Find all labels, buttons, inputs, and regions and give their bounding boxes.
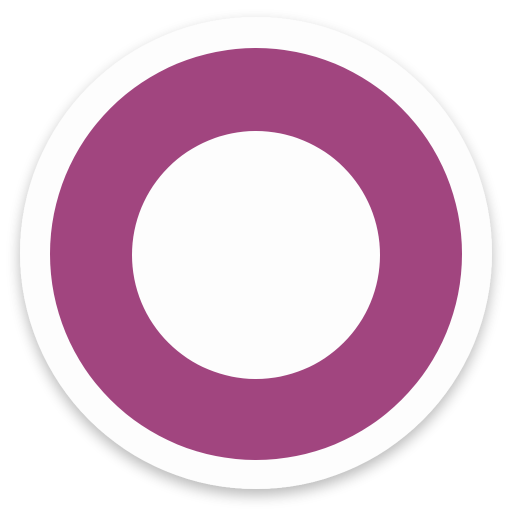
ring-logo-icon xyxy=(20,17,492,489)
app-icon-canvas xyxy=(0,0,512,512)
ring-center-hole xyxy=(132,131,380,379)
